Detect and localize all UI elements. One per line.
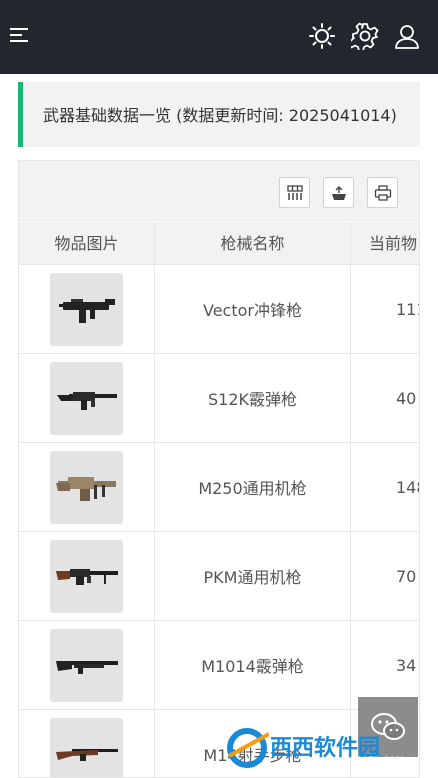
table-toolbar: [19, 161, 419, 221]
export-icon[interactable]: [323, 177, 354, 208]
user-icon[interactable]: [393, 22, 421, 50]
weapon-image: [50, 717, 123, 777]
current-value: 40: [396, 388, 417, 408]
weapon-name: M250通用机枪: [155, 443, 351, 531]
data-table-panel: 物品图片 枪械名称 当前物 Vector冲锋枪 111: [18, 160, 420, 778]
table-row[interactable]: M250通用机枪 148: [19, 443, 419, 532]
weapon-image: [50, 361, 123, 435]
sun-icon[interactable]: [308, 22, 336, 50]
current-value: 148: [396, 477, 419, 497]
column-header-name[interactable]: 枪械名称: [155, 222, 351, 265]
notice-banner: 武器基础数据一览 (数据更新时间: 2025041014): [18, 82, 420, 147]
current-value: 70: [396, 566, 417, 586]
weapon-image: [50, 272, 123, 346]
weapon-name: S12K霰弹枪: [155, 354, 351, 442]
watermark-logo: 西西软件园 CR173.COM: [225, 728, 425, 768]
column-header-image[interactable]: 物品图片: [19, 222, 155, 265]
table-row[interactable]: S12K霰弹枪 40: [19, 354, 419, 443]
top-bar: [0, 0, 438, 74]
weapon-image: [50, 628, 123, 702]
weapon-image: [50, 539, 123, 613]
menu-fold-icon[interactable]: [10, 28, 28, 44]
weapon-name: M1014霰弹枪: [155, 621, 351, 709]
weapon-image: [50, 450, 123, 524]
notice-text: 武器基础数据一览 (数据更新时间: 2025041014): [43, 106, 397, 125]
table-header: 物品图片 枪械名称 当前物: [19, 222, 419, 265]
current-value: 34: [396, 655, 417, 675]
columns-icon[interactable]: [279, 177, 310, 208]
print-icon[interactable]: [367, 177, 398, 208]
gear-icon[interactable]: [347, 22, 379, 52]
weapon-name: Vector冲锋枪: [155, 265, 351, 353]
table-row[interactable]: PKM通用机枪 70: [19, 532, 419, 621]
current-value: 111: [396, 299, 419, 319]
table-row[interactable]: Vector冲锋枪 111: [19, 265, 419, 354]
column-header-current[interactable]: 当前物: [351, 222, 419, 265]
weapon-name: PKM通用机枪: [155, 532, 351, 620]
watermark-subtext: CR173.COM: [350, 756, 404, 766]
